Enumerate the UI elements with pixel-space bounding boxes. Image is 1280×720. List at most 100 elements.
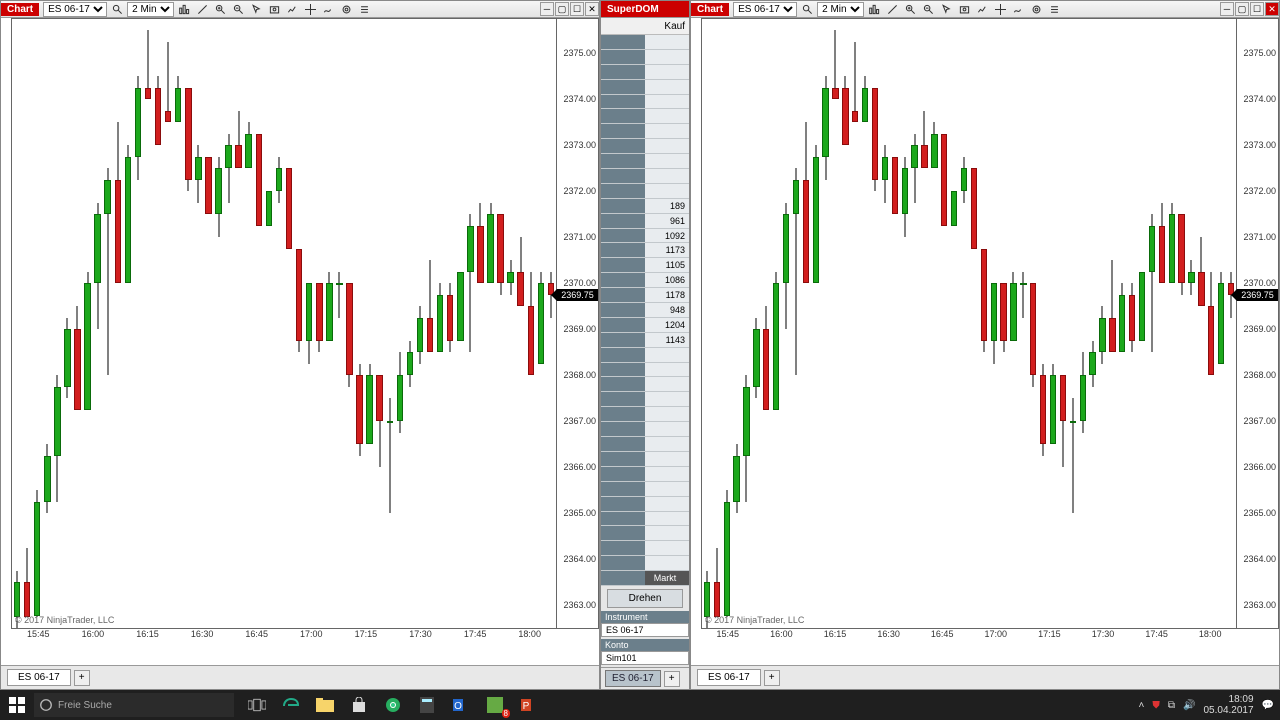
indicators-icon[interactable] <box>1010 1 1026 17</box>
y-axis-right[interactable]: 2375.002374.002373.002372.002371.002370.… <box>1237 18 1279 629</box>
ladder-row[interactable] <box>601 139 689 154</box>
add-tab-button[interactable]: + <box>664 671 680 687</box>
ladder-row[interactable] <box>601 482 689 497</box>
maximize-button[interactable]: ☐ <box>570 2 584 16</box>
ladder-row[interactable] <box>601 377 689 392</box>
ladder-row[interactable] <box>601 109 689 124</box>
add-tab-button[interactable]: + <box>74 670 90 686</box>
ladder-row[interactable]: 1173 <box>601 243 689 258</box>
taskview-icon[interactable] <box>240 690 274 720</box>
explorer-icon[interactable] <box>308 690 342 720</box>
crosshair-icon[interactable] <box>302 1 318 17</box>
ladder-row[interactable]: 961 <box>601 214 689 229</box>
search-box[interactable]: Freie Suche <box>34 693 234 717</box>
cursor-icon[interactable] <box>248 1 264 17</box>
maximize-button[interactable]: ☐ <box>1250 2 1264 16</box>
clock[interactable]: 18:09 05.04.2017 <box>1203 694 1253 716</box>
price-chart-right[interactable] <box>701 18 1237 629</box>
strategies-icon[interactable] <box>1028 1 1044 17</box>
ladder-row[interactable] <box>601 407 689 422</box>
zoom-out-icon[interactable] <box>230 1 246 17</box>
restore-button[interactable]: ▢ <box>1235 2 1249 16</box>
ladder-row[interactable] <box>601 556 689 571</box>
ladder-row[interactable] <box>601 169 689 184</box>
minimize-button[interactable]: ─ <box>540 2 554 16</box>
close-button[interactable]: ✕ <box>585 2 599 16</box>
ladder-row[interactable] <box>601 512 689 527</box>
price-ladder[interactable]: 1899611092117311051086117894812041143Mar… <box>601 35 689 586</box>
rotate-button[interactable]: Drehen <box>607 589 683 608</box>
strategies-icon[interactable] <box>338 1 354 17</box>
ladder-row[interactable] <box>601 541 689 556</box>
ladder-row[interactable]: 1178 <box>601 288 689 303</box>
outlook-icon[interactable]: O <box>444 690 478 720</box>
data-series-icon[interactable] <box>284 1 300 17</box>
ladder-row[interactable] <box>601 124 689 139</box>
search-icon[interactable] <box>109 1 125 17</box>
close-button[interactable]: ✕ <box>1265 2 1279 16</box>
market-row[interactable]: Markt <box>601 571 689 586</box>
ladder-row[interactable] <box>601 452 689 467</box>
ladder-row[interactable] <box>601 348 689 363</box>
ladder-row[interactable] <box>601 497 689 512</box>
powerpoint-icon[interactable]: P <box>512 690 546 720</box>
instrument-select[interactable]: ES 06-17 <box>43 2 107 17</box>
instrument-value[interactable]: ES 06-17 <box>601 623 689 637</box>
zoom-out-icon[interactable] <box>920 1 936 17</box>
tray-network-icon[interactable]: ⧉ <box>1168 700 1175 711</box>
start-button[interactable] <box>0 690 34 720</box>
tray-volume-icon[interactable]: 🔊 <box>1183 700 1195 711</box>
ladder-row[interactable]: 1092 <box>601 229 689 244</box>
ladder-row[interactable]: 189 <box>601 199 689 214</box>
ladder-row[interactable]: 948 <box>601 303 689 318</box>
zoom-in-icon[interactable] <box>902 1 918 17</box>
snapshot-icon[interactable] <box>266 1 282 17</box>
properties-icon[interactable] <box>356 1 372 17</box>
store-icon[interactable] <box>342 690 376 720</box>
system-tray[interactable]: ˄ ⛊ ⧉ 🔊 18:09 05.04.2017 💬 <box>1139 694 1280 716</box>
minimize-button[interactable]: ─ <box>1220 2 1234 16</box>
chrome-icon[interactable] <box>376 690 410 720</box>
ladder-row[interactable] <box>601 526 689 541</box>
ladder-row[interactable] <box>601 422 689 437</box>
ladder-row[interactable] <box>601 35 689 50</box>
ladder-row[interactable]: 1143 <box>601 333 689 348</box>
account-value[interactable]: Sim101 <box>601 651 689 665</box>
ladder-row[interactable] <box>601 154 689 169</box>
interval-select[interactable]: 2 Min <box>127 2 174 17</box>
zoom-in-icon[interactable] <box>212 1 228 17</box>
dom-tab[interactable]: ES 06-17 <box>605 670 661 687</box>
ladder-row[interactable]: 1204 <box>601 318 689 333</box>
bars-icon[interactable] <box>176 1 192 17</box>
ladder-row[interactable] <box>601 184 689 199</box>
ladder-row[interactable] <box>601 50 689 65</box>
search-icon[interactable] <box>799 1 815 17</box>
add-tab-button[interactable]: + <box>764 670 780 686</box>
properties-icon[interactable] <box>1046 1 1062 17</box>
bars-icon[interactable] <box>866 1 882 17</box>
ladder-row[interactable] <box>601 467 689 482</box>
indicators-icon[interactable] <box>320 1 336 17</box>
interval-select[interactable]: 2 Min <box>817 2 864 17</box>
chart-tab[interactable]: ES 06-17 <box>7 669 71 686</box>
cursor-icon[interactable] <box>938 1 954 17</box>
restore-button[interactable]: ▢ <box>555 2 569 16</box>
ladder-row[interactable] <box>601 392 689 407</box>
ladder-row[interactable] <box>601 65 689 80</box>
calculator-icon[interactable] <box>410 690 444 720</box>
ladder-row[interactable] <box>601 80 689 95</box>
draw-icon[interactable] <box>194 1 210 17</box>
tray-chevron-icon[interactable]: ˄ <box>1139 700 1145 711</box>
notifications-icon[interactable]: 💬 <box>1262 700 1274 711</box>
draw-icon[interactable] <box>884 1 900 17</box>
snapshot-icon[interactable] <box>956 1 972 17</box>
tray-shield-icon[interactable]: ⛊ <box>1152 700 1160 711</box>
chart-tab[interactable]: ES 06-17 <box>697 669 761 686</box>
ladder-row[interactable] <box>601 363 689 378</box>
instrument-select[interactable]: ES 06-17 <box>733 2 797 17</box>
ladder-row[interactable] <box>601 437 689 452</box>
price-chart-left[interactable] <box>11 18 557 629</box>
ninjatrader-icon[interactable]: 8 <box>478 690 512 720</box>
edge-icon[interactable] <box>274 690 308 720</box>
ladder-row[interactable]: 1086 <box>601 273 689 288</box>
